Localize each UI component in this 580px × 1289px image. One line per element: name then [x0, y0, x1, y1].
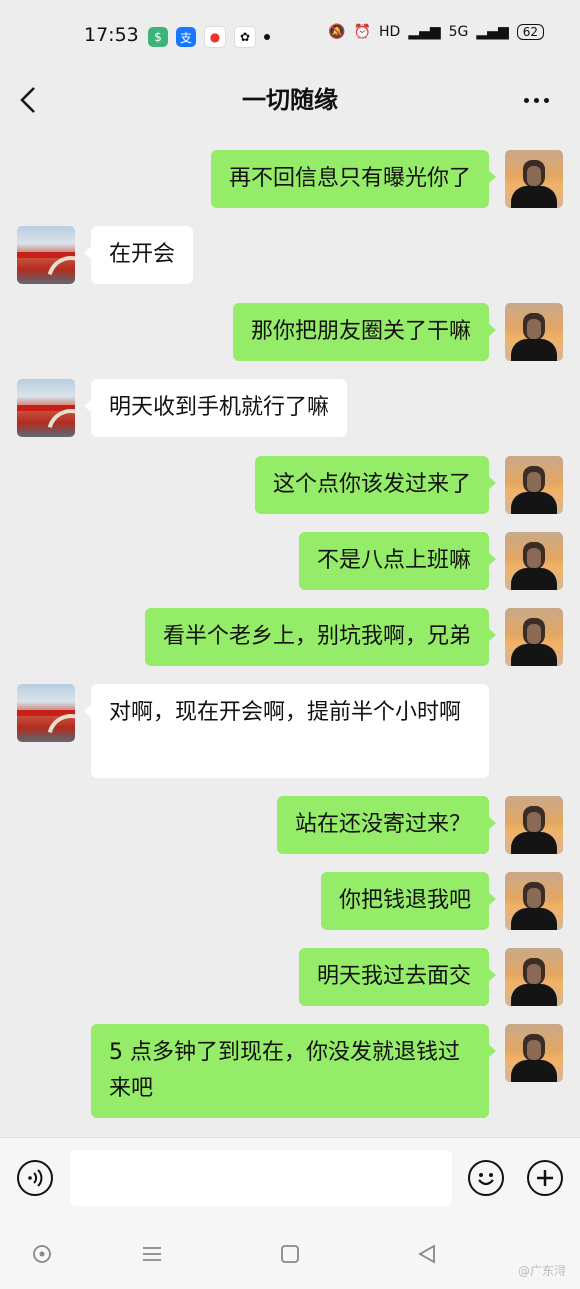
- emoji-icon: [478, 1173, 494, 1186]
- message-row: 这个点你该发过来了: [0, 456, 580, 514]
- avatar[interactable]: [17, 379, 75, 437]
- bubble-tail: [488, 628, 496, 642]
- avatar[interactable]: [505, 456, 563, 514]
- bubble-tail: [488, 892, 496, 906]
- message-row: 再不回信息只有曝光你了: [0, 150, 580, 208]
- voice-button[interactable]: [17, 1160, 53, 1196]
- message-bubble[interactable]: 看半个老乡上，别坑我啊，兄弟: [144, 608, 489, 666]
- more-button[interactable]: [524, 86, 554, 114]
- status-right: 🔕 ⏰ HD ▂▄▆ 5G ▂▄▆ 62: [328, 24, 544, 40]
- message-bubble[interactable]: 站在还没寄过来？: [276, 796, 489, 854]
- bubble-tail: [488, 170, 496, 184]
- bubble-tail: [488, 968, 496, 982]
- network-5g-label: 5G: [448, 24, 469, 40]
- input-bar: [0, 1137, 580, 1224]
- mute-bell-icon: 🔕: [328, 24, 346, 40]
- bubble-tail: [488, 323, 496, 337]
- message-row: 对啊，现在开会啊，提前半个小时啊: [0, 684, 580, 778]
- map-pin-icon: ●: [204, 26, 226, 48]
- avatar[interactable]: [505, 532, 563, 590]
- avatar[interactable]: [505, 608, 563, 666]
- watermark: @广东浔: [517, 1264, 566, 1278]
- chat-header: 一切随缘: [0, 72, 580, 128]
- message-bubble[interactable]: 对啊，现在开会啊，提前半个小时啊: [91, 684, 489, 778]
- avatar[interactable]: [17, 684, 75, 742]
- message-row: 那你把朋友圈关了干嘛: [0, 303, 580, 361]
- system-nav-bar: @广东浔: [0, 1224, 580, 1289]
- message-row: 看半个老乡上，别坑我啊，兄弟: [0, 608, 580, 666]
- message-input[interactable]: [70, 1150, 452, 1206]
- message-row: 不是八点上班嘛: [0, 532, 580, 590]
- paw-icon: ✿: [234, 26, 256, 48]
- message-bubble[interactable]: 5 点多钟了到现在，你没发就退钱过来吧: [91, 1024, 489, 1118]
- message-row: 5 点多钟了到现在，你没发就退钱过来吧: [0, 1024, 580, 1118]
- message-bubble[interactable]: 再不回信息只有曝光你了: [210, 150, 489, 208]
- voice-icon: [28, 1169, 43, 1187]
- plus-button[interactable]: [527, 1160, 563, 1196]
- alipay-icon: 支: [176, 27, 196, 47]
- app-notification-icon: $: [148, 27, 168, 47]
- message-row: 明天我过去面交: [0, 948, 580, 1006]
- square-icon[interactable]: [279, 1243, 301, 1265]
- status-bar: 17:53 $ 支 ● ✿ 🔕 ⏰ HD ▂▄▆ 5G ▂▄▆ 62: [0, 0, 580, 72]
- avatar[interactable]: [505, 948, 563, 1006]
- message-row: 站在还没寄过来？: [0, 796, 580, 854]
- notification-icons: $ 支 ● ✿: [148, 26, 270, 48]
- message-bubble[interactable]: 不是八点上班嘛: [298, 532, 489, 590]
- avatar[interactable]: [505, 1024, 563, 1082]
- signal-4g-icon: ▂▄▆: [408, 24, 441, 40]
- bubble-tail: [488, 476, 496, 490]
- battery-indicator: 62: [516, 24, 544, 40]
- hd-indicator: HD: [379, 24, 401, 40]
- menu-icon[interactable]: [141, 1243, 163, 1265]
- more-dots-icon: [524, 97, 529, 103]
- message-bubble[interactable]: 明天我过去面交: [298, 948, 489, 1006]
- status-time: 17:53: [84, 24, 139, 46]
- message-bubble[interactable]: 在开会: [91, 226, 194, 284]
- message-bubble[interactable]: 这个点你该发过来了: [254, 456, 489, 514]
- message-row: 明天收到手机就行了嘛: [0, 379, 580, 437]
- alarm-icon: ⏰: [353, 24, 372, 40]
- back-triangle-icon[interactable]: [416, 1243, 438, 1265]
- message-bubble[interactable]: 你把钱退我吧: [320, 872, 489, 930]
- avatar[interactable]: [505, 303, 563, 361]
- message-bubble[interactable]: 那你把朋友圈关了干嘛: [232, 303, 489, 361]
- signal-5g-icon: ▂▄▆: [476, 24, 509, 40]
- bubble-tail: [488, 1044, 496, 1058]
- home-dot-icon[interactable]: [31, 1243, 53, 1265]
- bubble-tail: [488, 816, 496, 830]
- plus-icon: [537, 1170, 553, 1186]
- more-notifications-dot-icon: [264, 34, 270, 40]
- bubble-tail: [488, 552, 496, 566]
- avatar[interactable]: [505, 872, 563, 930]
- avatar[interactable]: [505, 796, 563, 854]
- emoji-button[interactable]: [468, 1160, 504, 1196]
- avatar[interactable]: [505, 150, 563, 208]
- message-row: 在开会: [0, 226, 580, 284]
- message-row: 你把钱退我吧: [0, 872, 580, 930]
- message-bubble[interactable]: 明天收到手机就行了嘛: [91, 379, 348, 437]
- chat-title: 一切随缘: [242, 86, 338, 114]
- avatar[interactable]: [17, 226, 75, 284]
